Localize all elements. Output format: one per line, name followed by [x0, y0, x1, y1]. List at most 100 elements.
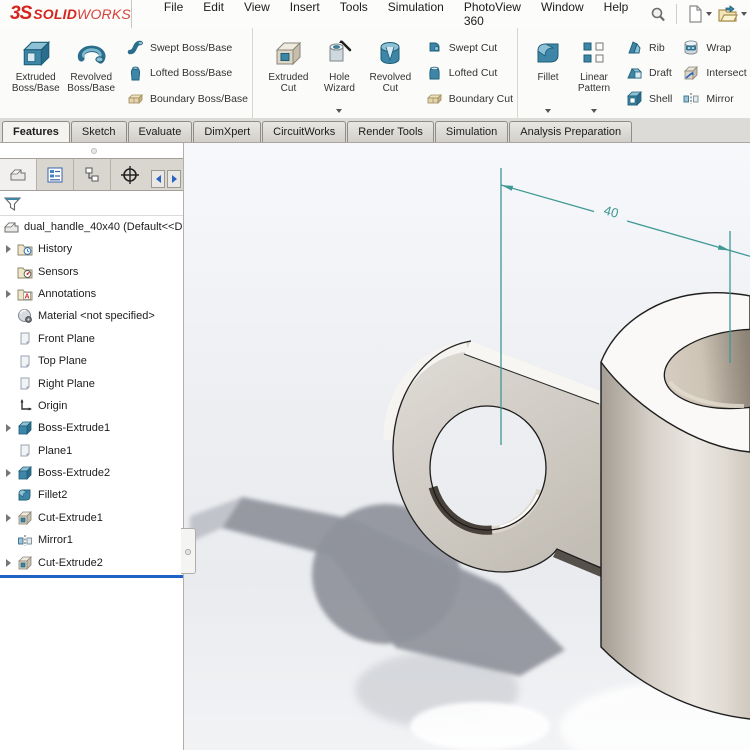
- new-document-dropdown[interactable]: [706, 12, 712, 16]
- tree-item-history[interactable]: History: [0, 238, 183, 260]
- open-document-dropdown[interactable]: [741, 12, 747, 16]
- linear-pattern-button[interactable]: Linear Pattern: [570, 32, 618, 116]
- revolved-boss-base-button[interactable]: Revolved Boss/Base: [63, 32, 118, 116]
- expand-arrow[interactable]: [0, 424, 16, 432]
- panel-collapse-handle[interactable]: [181, 528, 196, 574]
- tree-item-fillet2[interactable]: Fillet2: [0, 484, 183, 506]
- part-document-icon: [3, 220, 20, 235]
- panel-splitter[interactable]: [0, 143, 183, 158]
- hole-wizard-button[interactable]: Hole Wizard: [316, 32, 363, 116]
- tab-analysis-preparation[interactable]: Analysis Preparation: [509, 121, 632, 142]
- wrap-button[interactable]: Wrap: [682, 35, 746, 60]
- search-button[interactable]: [646, 4, 669, 25]
- extruded-cut-button[interactable]: Extruded Cut: [261, 32, 316, 116]
- tree-item-plane1[interactable]: Plane1: [0, 440, 183, 462]
- right-triangle-icon: [6, 559, 11, 567]
- main-area: dual_handle_40x40 (Default<<D History: [0, 143, 750, 750]
- mirror-feature-icon: [17, 533, 33, 548]
- expand-arrow[interactable]: [0, 514, 16, 522]
- intersect-icon: [682, 65, 700, 82]
- left-arrow-icon: [156, 175, 161, 183]
- splitter-grip[interactable]: [91, 148, 97, 154]
- displaymanager-tab-partial[interactable]: [155, 158, 175, 165]
- mirror-button[interactable]: Mirror: [682, 86, 746, 111]
- button-label: Extruded: [16, 72, 56, 83]
- lofted-boss-base-button[interactable]: Lofted Boss/Base: [127, 61, 248, 86]
- fillet-button[interactable]: Fillet: [526, 32, 570, 116]
- tab-features[interactable]: Features: [2, 121, 70, 142]
- model-cylinder-boss[interactable]: [601, 293, 750, 719]
- graphics-viewport[interactable]: 40: [184, 143, 750, 750]
- revolved-boss-icon: [75, 37, 107, 69]
- origin-axes-icon: [18, 398, 33, 413]
- intersect-button[interactable]: Intersect: [682, 61, 746, 86]
- ribbon-group-features: Fillet Linear Pattern: [518, 28, 750, 118]
- tab-render-tools[interactable]: Render Tools: [347, 121, 434, 142]
- extruded-cut-icon: [273, 38, 303, 68]
- fm-tab-scroll-right-button[interactable]: [167, 170, 181, 188]
- boundary-cut-button[interactable]: Boundary Cut: [426, 86, 513, 111]
- tree-item-sensors[interactable]: Sensors: [0, 260, 183, 282]
- feature-tree-filter-input[interactable]: [22, 194, 180, 212]
- tree-item-annotations[interactable]: A Annotations: [0, 283, 183, 305]
- open-document-button[interactable]: [715, 3, 750, 25]
- shell-button[interactable]: Shell: [626, 86, 672, 111]
- fm-tab-scroll-left-button[interactable]: [151, 170, 165, 188]
- root-label: dual_handle_40x40 (Default<<D: [24, 221, 182, 233]
- button-label: Revolved: [70, 72, 112, 83]
- fillet-dropdown[interactable]: [545, 109, 551, 113]
- solidworks-logo: 3S SOLIDWORKS: [0, 0, 132, 28]
- tree-root-item[interactable]: dual_handle_40x40 (Default<<D: [0, 216, 183, 238]
- tree-item-top-plane[interactable]: Top Plane: [0, 350, 183, 372]
- expand-arrow[interactable]: [0, 559, 16, 567]
- button-label: Boundary Boss/Base: [150, 93, 248, 105]
- rollback-bar[interactable]: [0, 575, 183, 578]
- tab-evaluate[interactable]: Evaluate: [128, 121, 193, 142]
- hole-wizard-dropdown[interactable]: [336, 109, 342, 113]
- boundary-boss-base-button[interactable]: Boundary Boss/Base: [127, 86, 248, 111]
- target-crosshair-icon: [120, 165, 140, 185]
- extruded-boss-base-button[interactable]: Extruded Boss/Base: [8, 32, 63, 116]
- draft-button[interactable]: Draft: [626, 61, 672, 86]
- expand-arrow[interactable]: [0, 469, 16, 477]
- new-document-button[interactable]: [684, 3, 715, 25]
- rib-button[interactable]: Rib: [626, 35, 672, 60]
- tab-dimxpert[interactable]: DimXpert: [193, 121, 261, 142]
- logo-solid-text: SOLID: [33, 6, 77, 22]
- featuremanager-tree-tab[interactable]: [0, 159, 37, 190]
- expand-arrow[interactable]: [0, 245, 16, 253]
- fillet-icon: [533, 38, 563, 68]
- linear-pattern-dropdown[interactable]: [591, 109, 597, 113]
- button-label: Swept Boss/Base: [150, 42, 232, 54]
- tree-item-mirror1[interactable]: Mirror1: [0, 529, 183, 551]
- tree-item-boss-extrude2[interactable]: Boss-Extrude2: [0, 462, 183, 484]
- expand-arrow[interactable]: [0, 290, 16, 298]
- tree-item-boss-extrude1[interactable]: Boss-Extrude1: [0, 417, 183, 439]
- right-arrow-icon: [172, 175, 177, 183]
- tab-sketch[interactable]: Sketch: [71, 121, 127, 142]
- features-small-col-1: Rib Draft: [618, 32, 672, 116]
- tree-item-label: Fillet2: [38, 489, 67, 501]
- command-manager-tab-row: Features Sketch Evaluate DimXpert Circui…: [0, 118, 750, 143]
- plane-icon: [18, 376, 33, 391]
- ribbon-group-cut: Extruded Cut Hole Wizard: [253, 28, 518, 118]
- revolved-cut-button[interactable]: Revolved Cut: [363, 32, 418, 116]
- tab-simulation[interactable]: Simulation: [435, 121, 508, 142]
- tree-item-material[interactable]: Material <not specified>: [0, 305, 183, 327]
- swept-cut-button[interactable]: Swept Cut: [426, 35, 513, 60]
- boss-extrude-icon: [17, 420, 33, 436]
- button-label: Mirror: [706, 93, 733, 105]
- tree-item-cut-extrude2[interactable]: Cut-Extrude2: [0, 551, 183, 573]
- dimxpertmanager-tab[interactable]: [111, 159, 148, 190]
- new-document-icon: [687, 5, 703, 23]
- lofted-cut-button[interactable]: Lofted Cut: [426, 61, 513, 86]
- model-canvas[interactable]: 40: [184, 143, 750, 750]
- swept-boss-base-button[interactable]: Swept Boss/Base: [127, 35, 248, 60]
- tree-item-front-plane[interactable]: Front Plane: [0, 328, 183, 350]
- propertymanager-tab[interactable]: [37, 159, 74, 190]
- tab-circuitworks[interactable]: CircuitWorks: [262, 121, 346, 142]
- tree-item-right-plane[interactable]: Right Plane: [0, 372, 183, 394]
- configurationmanager-tab[interactable]: [74, 159, 111, 190]
- tree-item-origin[interactable]: Origin: [0, 395, 183, 417]
- tree-item-cut-extrude1[interactable]: Cut-Extrude1: [0, 507, 183, 529]
